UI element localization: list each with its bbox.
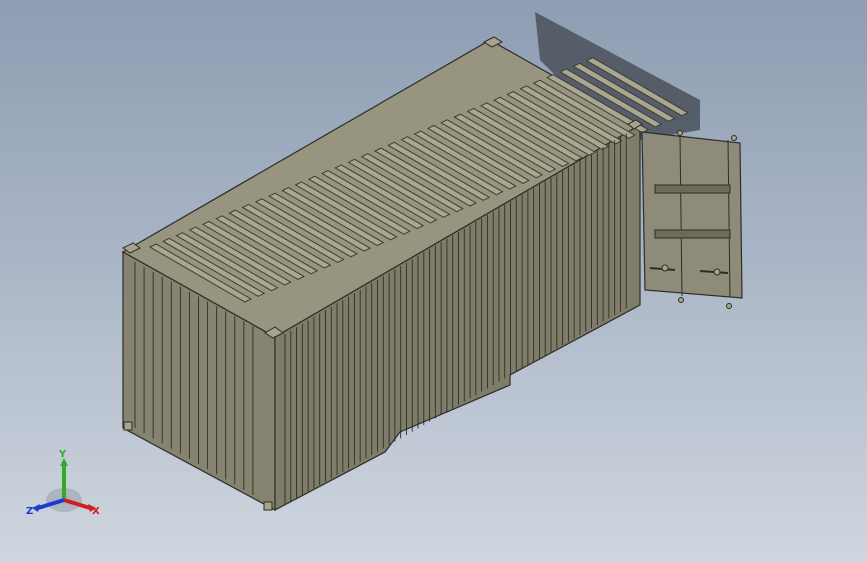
container-model[interactable]	[0, 0, 867, 562]
axis-triad: Y X Z	[26, 449, 100, 517]
graphics-viewport[interactable]: Y X Z	[0, 0, 867, 562]
x-axis-label: X	[92, 506, 100, 517]
y-axis-label: Y	[58, 449, 67, 460]
open-door[interactable]	[641, 130, 743, 309]
z-axis-label: Z	[26, 506, 33, 517]
